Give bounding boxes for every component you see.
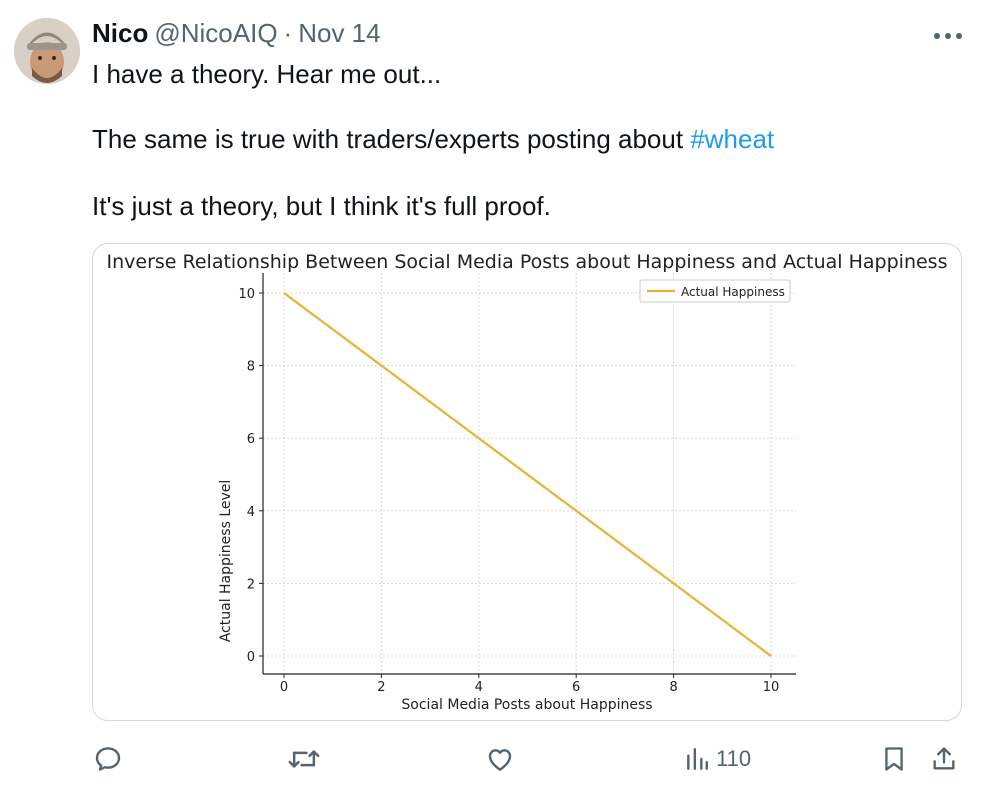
chart-legend: Actual Happiness bbox=[639, 279, 791, 303]
reply-button[interactable] bbox=[93, 736, 123, 782]
views-bar-chart-icon bbox=[687, 748, 708, 770]
share-icon bbox=[933, 747, 955, 770]
x-tick-label: 4 bbox=[475, 680, 483, 695]
bookmark-icon bbox=[885, 747, 903, 771]
avatar-image bbox=[14, 18, 80, 84]
y-tick-label: 8 bbox=[247, 360, 255, 375]
views-count: 110 bbox=[716, 746, 752, 771]
share-button[interactable] bbox=[930, 736, 958, 782]
tweet-header: Nico @NicoAIQ · Nov 14 bbox=[92, 18, 381, 52]
action-bar: 110 bbox=[0, 736, 1000, 782]
attached-chart-image[interactable]: Inverse Relationship Between Social Medi… bbox=[92, 243, 962, 721]
tweet-date[interactable]: Nov 14 bbox=[298, 18, 380, 49]
chart-title: Inverse Relationship Between Social Medi… bbox=[106, 251, 947, 273]
x-tick-label: 0 bbox=[280, 680, 288, 695]
y-axis-label: Actual Happiness Level bbox=[218, 480, 234, 643]
separator-dot: · bbox=[283, 18, 293, 48]
avatar[interactable] bbox=[14, 18, 80, 84]
tweet-text: I have a theory. Hear me out... The same… bbox=[92, 58, 972, 222]
views-button[interactable]: 110 bbox=[684, 736, 751, 782]
tweet-paragraph-1: I have a theory. Hear me out... bbox=[92, 59, 442, 89]
y-tick-label: 0 bbox=[247, 650, 255, 665]
y-tick-label: 4 bbox=[247, 505, 255, 520]
x-axis-label: Social Media Posts about Happiness bbox=[401, 697, 652, 713]
tweet-card: Nico @NicoAIQ · Nov 14 I have a theory. … bbox=[0, 0, 1000, 801]
retweet-button[interactable] bbox=[288, 736, 320, 782]
like-button[interactable] bbox=[485, 736, 515, 782]
bookmark-button[interactable] bbox=[880, 736, 908, 782]
x-tick-label: 8 bbox=[669, 680, 677, 695]
y-tick-label: 2 bbox=[247, 577, 255, 592]
line-chart: Inverse Relationship Between Social Medi… bbox=[106, 251, 947, 713]
tweet-paragraph-2: The same is true with traders/experts po… bbox=[92, 123, 972, 155]
legend-label: Actual Happiness bbox=[681, 285, 785, 299]
reply-icon bbox=[95, 747, 121, 771]
retweet-icon bbox=[288, 750, 320, 768]
series-line bbox=[283, 292, 772, 657]
tweet-paragraph-2-text: The same is true with traders/experts po… bbox=[92, 124, 684, 154]
x-tick-label: 6 bbox=[572, 680, 580, 695]
x-tick-label: 2 bbox=[377, 680, 385, 695]
tweet-paragraph-3: It's just a theory, but I think it's ful… bbox=[92, 191, 551, 221]
like-icon bbox=[488, 749, 512, 771]
more-options-icon[interactable] bbox=[930, 22, 966, 50]
hashtag-link[interactable]: #wheat bbox=[690, 124, 774, 154]
y-tick-label: 10 bbox=[238, 287, 255, 302]
author-name[interactable]: Nico bbox=[92, 18, 148, 49]
author-handle[interactable]: @NicoAIQ bbox=[154, 18, 277, 49]
y-tick-label: 6 bbox=[247, 432, 255, 447]
x-tick-label: 10 bbox=[763, 680, 780, 695]
